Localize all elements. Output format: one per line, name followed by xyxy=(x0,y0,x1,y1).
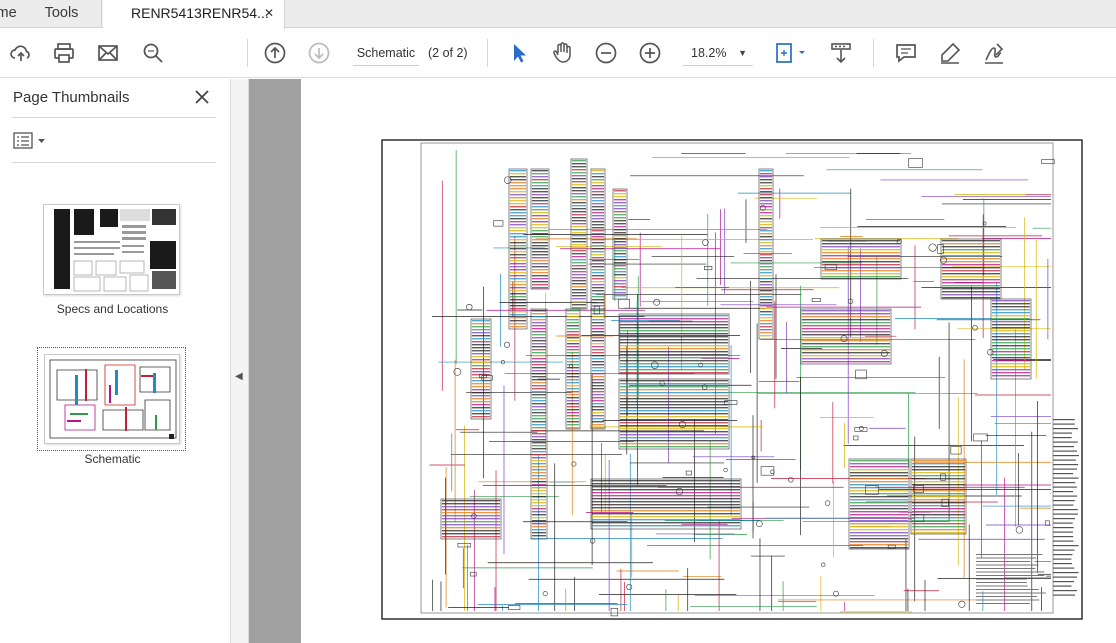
chevron-down-icon: ▼ xyxy=(738,48,747,58)
close-panel-icon[interactable] xyxy=(192,87,212,107)
hand-icon[interactable] xyxy=(549,40,575,66)
page-thumbnails-panel: Page Thumbnails Specs and Locations Sche… xyxy=(0,79,231,643)
upload-icon[interactable] xyxy=(8,40,34,66)
tab-home[interactable]: Home xyxy=(0,0,22,28)
sign-icon[interactable] xyxy=(981,40,1007,66)
thumbnail-page-1[interactable] xyxy=(43,204,180,295)
comment-icon[interactable] xyxy=(893,40,919,66)
toolbar-separator xyxy=(487,39,488,67)
print-icon[interactable] xyxy=(51,40,77,66)
tab-document[interactable]: RENR5413RENR54... ✕ xyxy=(103,0,285,29)
tab-document-label: RENR5413RENR54... xyxy=(131,5,269,21)
acrobat-window: Home Tools RENR5413RENR54... ✕ Schematic… xyxy=(0,0,1116,643)
select-arrow-icon[interactable] xyxy=(505,40,531,66)
tab-tools-label: Tools xyxy=(44,5,79,21)
search-icon[interactable] xyxy=(140,40,166,66)
zoom-in-icon[interactable] xyxy=(637,40,663,66)
page-up-icon[interactable] xyxy=(262,40,288,66)
highlight-icon[interactable] xyxy=(937,40,963,66)
panel-title: Page Thumbnails xyxy=(13,89,130,106)
fit-page-icon[interactable] xyxy=(773,40,809,66)
toolbar-separator xyxy=(873,39,874,67)
divider xyxy=(12,117,216,118)
toolbar: Schematic (2 of 2) 18.2% ▼ xyxy=(0,29,1116,78)
thumbnail-label: Specs and Locations xyxy=(56,302,169,316)
document-page xyxy=(301,79,1116,643)
page-name-field[interactable]: Schematic xyxy=(353,42,419,66)
tab-home-label: Home xyxy=(0,5,17,21)
thumbnail-options-menu[interactable] xyxy=(13,131,49,151)
tab-bar: Home Tools RENR5413RENR54... ✕ xyxy=(0,0,1116,29)
zoom-level-dropdown[interactable]: 18.2% ▼ xyxy=(683,42,753,66)
thumbnail-label: Schematic xyxy=(84,452,141,466)
close-tab-icon[interactable]: ✕ xyxy=(264,0,274,26)
page-count: (2 of 2) xyxy=(428,46,468,60)
thumbnail-page-2[interactable] xyxy=(44,354,180,444)
page-down-icon[interactable] xyxy=(306,40,332,66)
zoom-level-value: 18.2% xyxy=(691,46,727,60)
chevron-left-icon: ◀ xyxy=(235,371,243,382)
divider xyxy=(12,162,216,163)
toolbar-separator xyxy=(247,39,248,67)
zoom-out-icon[interactable] xyxy=(593,40,619,66)
scroll-mode-icon[interactable] xyxy=(828,40,854,66)
mail-icon[interactable] xyxy=(95,40,121,66)
tab-tools[interactable]: Tools xyxy=(22,0,102,28)
document-viewer[interactable] xyxy=(249,79,1116,643)
panel-collapse-bar[interactable]: ◀ xyxy=(231,79,249,643)
schematic-drawing xyxy=(381,139,1083,620)
